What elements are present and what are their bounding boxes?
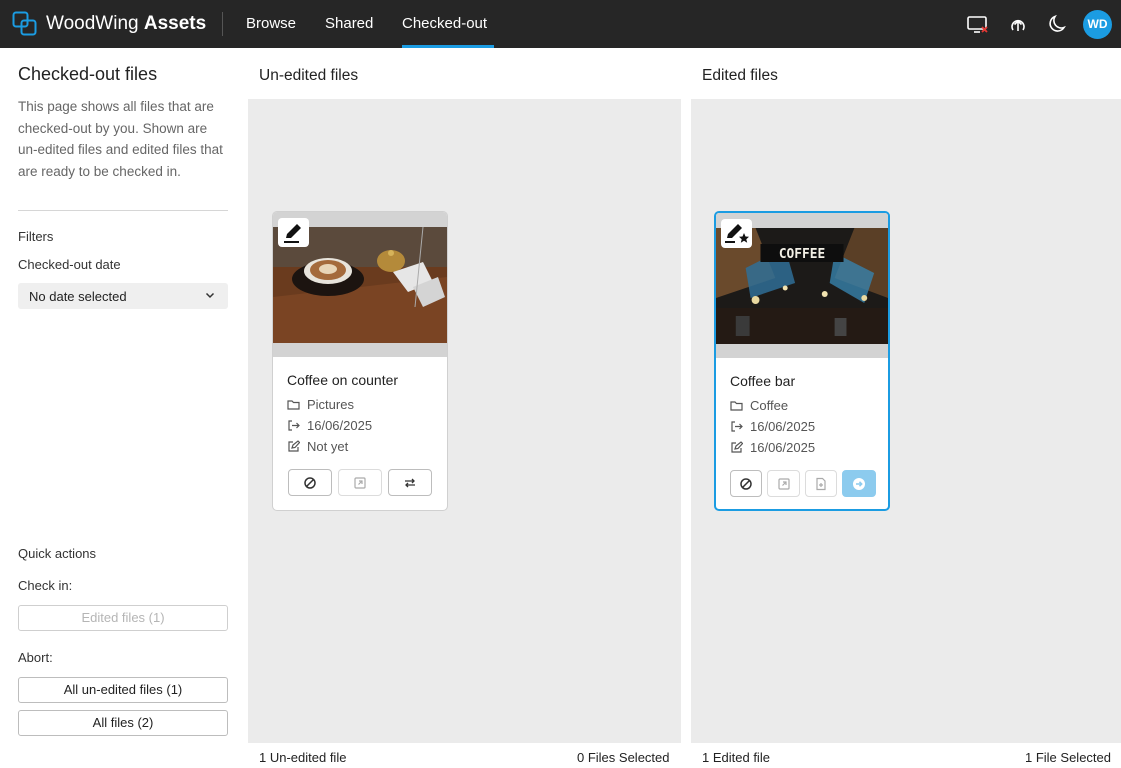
swap-arrows-icon [405,478,415,487]
unedited-selection-count: 0 Files Selected [577,750,670,765]
logo-divider [222,12,223,36]
app-logo-text: WoodWing Assets [46,13,207,34]
screen-disconnect-icon[interactable] [966,12,990,36]
check-in-label: Check in: [18,578,73,593]
checkout-arrow-icon [731,421,743,432]
sidebar-divider [18,210,228,211]
abort-all-files-button[interactable]: All files (2) [18,710,228,736]
top-navigation-bar: WoodWing Assets Browse Shared Checked-ou… [0,0,1121,48]
page-description: This page shows all files that are check… [18,99,223,179]
edited-selection-count: 1 File Selected [1025,750,1111,765]
checked-out-date-select[interactable]: No date selected [18,283,228,309]
page-title: Checked-out files [18,64,158,84]
woodwing-logo-icon[interactable] [12,11,38,37]
folder-icon [730,401,743,411]
edited-star-pencil-icon [721,219,752,248]
checked-out-date-label: Checked-out date [18,257,121,272]
filters-label: Filters [18,229,54,244]
checkout-arrow-icon [288,420,300,431]
open-file-button[interactable] [767,470,800,497]
edit-square-icon [288,440,300,452]
user-avatar[interactable]: WD [1083,10,1112,39]
tab-browse[interactable]: Browse [246,15,296,32]
open-external-icon [777,477,790,490]
edited-files-title: Edited files [702,67,778,84]
abort-checkout-button[interactable] [288,469,332,496]
checked-out-edit-icon [278,218,309,247]
open-external-icon [354,476,366,489]
checked-out-date: 16/06/2025 [750,419,816,434]
check-in-edited-files-button[interactable]: Edited files (1) [18,605,228,631]
quick-actions-label: Quick actions [18,546,97,561]
edited-files-panel: COFFEE Coffee bar Coffee 16/06/2025 16/0… [691,99,1121,743]
dark-mode-moon-icon[interactable] [1046,12,1070,36]
abort-icon [304,476,316,489]
arrow-circle-right-icon [853,477,865,490]
file-name[interactable]: Coffee on counter [287,372,398,388]
upload-cloud-icon[interactable] [1006,12,1030,36]
edited-status: Not yet [307,439,349,454]
unedited-files-panel: Coffee on counter Pictures 16/06/2025 No… [248,99,681,743]
edit-square-icon [731,441,743,453]
edited-date: 16/06/2025 [750,440,816,455]
check-in-button[interactable] [842,470,876,497]
unedited-files-title: Un-edited files [259,67,359,84]
open-file-button[interactable] [338,469,382,496]
abort-checkout-button[interactable] [730,470,762,497]
abort-unedited-files-button[interactable]: All un-edited files (1) [18,677,228,703]
abort-icon [740,477,752,490]
unedited-file-count: 1 Un-edited file [259,750,347,765]
add-version-button[interactable] [805,470,837,497]
file-plus-icon [816,477,826,490]
folder-icon [287,400,300,410]
replace-file-button[interactable] [388,469,432,496]
date-select-value: No date selected [29,289,127,304]
edited-file-count: 1 Edited file [702,750,770,765]
abort-label: Abort: [18,650,53,665]
file-name[interactable]: Coffee bar [730,373,795,389]
tab-shared[interactable]: Shared [325,15,373,32]
tab-checked-out[interactable]: Checked-out [402,15,487,32]
folder-name[interactable]: Pictures [307,397,354,412]
checked-out-date: 16/06/2025 [307,418,373,433]
chevron-down-icon [205,292,215,299]
folder-name[interactable]: Coffee [750,398,788,413]
file-card-coffee-bar[interactable]: COFFEE Coffee bar Coffee 16/06/2025 16/0… [714,211,890,511]
active-tab-indicator [402,45,494,48]
coffee-sign-text: COFFEE [779,247,825,262]
file-card-coffee-on-counter[interactable]: Coffee on counter Pictures 16/06/2025 No… [272,211,448,511]
